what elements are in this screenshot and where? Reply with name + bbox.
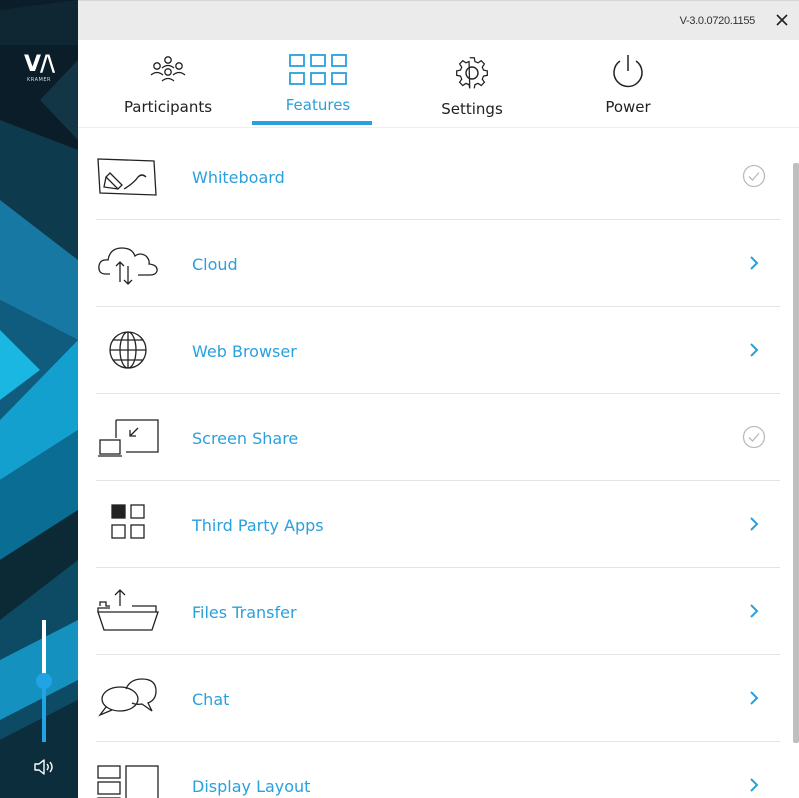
feature-label: Cloud [192,255,238,274]
chevron-right-icon [750,517,759,531]
close-button[interactable] [771,9,793,31]
feature-item-files-transfer[interactable]: Files Transfer [96,568,780,655]
tab-label: Participants [123,98,213,116]
display-layout-icon [97,765,159,798]
screen-share-icon [98,419,159,457]
file-transfer-icon [97,589,159,631]
participants-icon [150,56,186,82]
check-circle-icon [742,164,766,188]
feature-item-cloud[interactable]: Cloud [96,220,780,307]
feature-item-web-browser[interactable]: Web Browser [96,307,780,394]
via-kramer-logo: V/\ KRAMER [0,54,78,84]
whiteboard-icon [97,158,157,196]
feature-item-whiteboard[interactable]: Whiteboard [96,133,780,220]
chevron-right-icon [750,343,759,357]
tab-settings[interactable]: Settings [412,40,532,128]
volume-thumb[interactable] [36,673,52,689]
check-circle-icon [742,425,766,449]
feature-label: Display Layout [192,777,311,796]
feature-label: Web Browser [192,342,297,361]
chat-bubbles-icon [98,678,157,717]
feature-label: Screen Share [192,429,299,448]
tab-power[interactable]: Power [568,40,688,128]
feature-label: Whiteboard [192,168,285,187]
active-tab-indicator [252,121,372,125]
cloud-transfer-icon [98,247,158,285]
main-nav: Participants Features Settings Power [78,40,799,128]
volume-slider[interactable] [36,620,52,742]
logo-subtext: KRAMER [27,77,51,83]
tab-label: Features [285,96,351,114]
tab-label: Power [605,98,651,116]
globe-icon [109,331,147,369]
grid-icon [289,54,347,85]
volume-fill [42,681,46,742]
apps-grid-icon [111,504,145,539]
feature-item-third-party-apps[interactable]: Third Party Apps [96,481,780,568]
feature-item-screen-share[interactable]: Screen Share [96,394,780,481]
speaker-icon[interactable] [32,756,58,778]
gear-icon [456,57,488,89]
chevron-right-icon [750,778,759,792]
tab-label: Settings [441,100,503,118]
chevron-right-icon [750,256,759,270]
chevron-right-icon [750,691,759,705]
tab-features[interactable]: Features [258,40,378,128]
title-bar: V-3.0.0720.1155 [78,0,799,40]
feature-label: Third Party Apps [192,516,324,535]
feature-item-display-layout[interactable]: Display Layout [96,742,780,798]
tab-participants[interactable]: Participants [108,40,228,128]
feature-label: Chat [192,690,230,709]
list-scrollbar[interactable] [793,163,799,743]
chevron-right-icon [750,604,759,618]
logo-text: V/\ [23,52,55,77]
brand-sidebar: V/\ KRAMER [0,0,78,798]
feature-list: Whiteboard Cloud Web Browser Screen Shar… [96,133,780,798]
feature-label: Files Transfer [192,603,297,622]
power-icon [613,55,643,88]
close-icon [776,14,788,26]
feature-item-chat[interactable]: Chat [96,655,780,742]
version-label: V-3.0.0720.1155 [679,15,756,27]
